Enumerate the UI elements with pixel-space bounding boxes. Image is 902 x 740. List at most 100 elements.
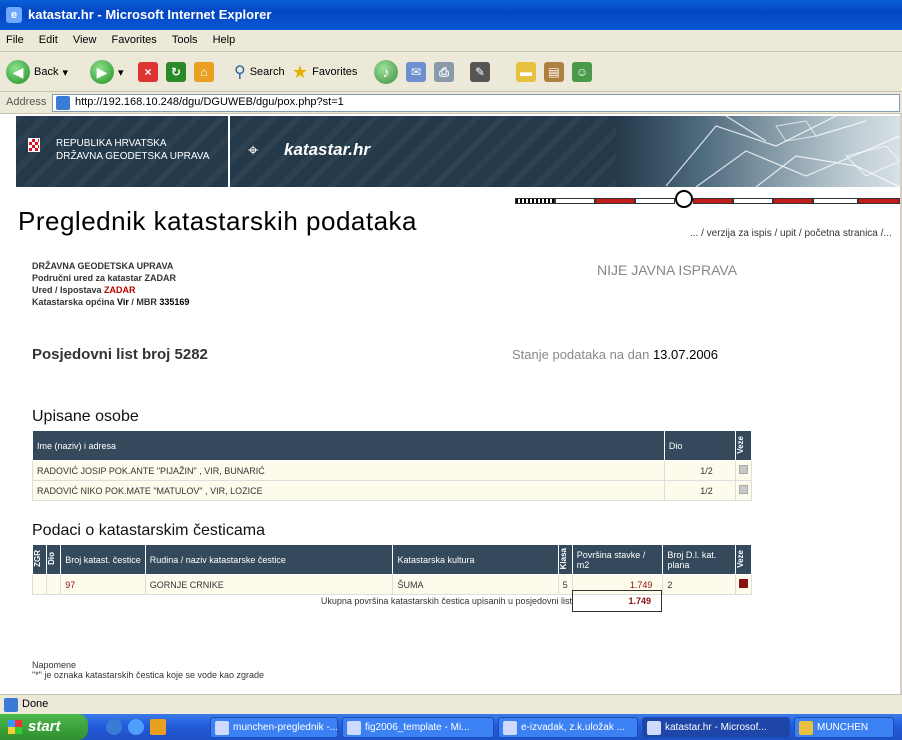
favorites-button[interactable]: ★ Favorites xyxy=(292,58,357,86)
page-title: Preglednik katastarskih podataka xyxy=(18,206,418,236)
col-culture: Katastarska kultura xyxy=(392,544,559,575)
home-icon: ⌂ xyxy=(194,62,214,82)
ie-icon xyxy=(503,721,517,735)
print-button[interactable]: ⎙ xyxy=(434,58,454,86)
edit-button[interactable]: ✎ xyxy=(470,58,490,86)
desktop-quicklaunch-icon[interactable] xyxy=(150,719,166,735)
persons-table: Ime (naziv) i adresa Dio Veze RADOVIĆ JO… xyxy=(32,430,753,501)
menu-view[interactable]: View xyxy=(67,30,103,50)
link-box-icon[interactable] xyxy=(738,579,748,588)
word-icon xyxy=(215,721,229,735)
task-munchen-folder[interactable]: MUNCHEN xyxy=(794,717,894,738)
col-plan: Broj D.l. kat. plana xyxy=(662,544,736,575)
data-state: Stanje podataka na dan 13.07.2006 xyxy=(512,347,719,362)
forward-button[interactable]: ▶ ▾ xyxy=(90,58,124,86)
address-bar: Address http://192.168.10.248/dgu/DGUWEB… xyxy=(0,92,902,114)
page-icon xyxy=(56,96,70,110)
menu-tools[interactable]: Tools xyxy=(166,30,204,50)
word-icon xyxy=(347,721,361,735)
search-icon: ⚲ xyxy=(234,64,246,81)
notes: Napomene "*" je oznaka katastarskih čest… xyxy=(32,660,265,680)
taskbar: start munchen-preglednik -... fig2006_te… xyxy=(0,714,902,740)
back-button[interactable]: ◀ Back ▾ xyxy=(6,58,68,86)
col-zgr: ZGR xyxy=(31,544,48,575)
top-links[interactable]: ... / verzija za ispis / upit / početna … xyxy=(690,228,892,239)
title-bar[interactable]: e katastar.hr - Microsoft Internet Explo… xyxy=(0,0,902,30)
scale-marker-icon xyxy=(675,190,693,208)
research-button[interactable]: ▤ xyxy=(544,58,564,86)
link-box-icon[interactable] xyxy=(738,485,748,494)
dropdown-arrow-icon: ▾ xyxy=(62,66,68,79)
col-class: Klasa xyxy=(557,544,573,575)
persons-section-title: Upisane osobe xyxy=(32,408,139,425)
page-icon xyxy=(4,698,18,712)
ie-icon xyxy=(647,721,661,735)
col-number: Broj katast. čestice xyxy=(60,544,146,575)
folder-icon xyxy=(799,721,813,735)
folder-button[interactable]: ▬ xyxy=(516,58,536,86)
task-e-izvadak[interactable]: e-izvadak, z.k.uložak ... xyxy=(498,717,638,738)
stop-button[interactable]: × xyxy=(138,58,158,86)
col-dio: Dio xyxy=(46,544,62,575)
toolbar: ◀ Back ▾ ▶ ▾ × ↻ ⌂ ⚲ Search ★ Favorites … xyxy=(0,52,902,92)
home-button[interactable]: ⌂ xyxy=(194,58,214,86)
mail-button[interactable]: ✉ xyxy=(406,58,426,86)
total-area-label: Ukupna površina katastarskih čestica upi… xyxy=(320,596,572,606)
katastar-logo[interactable]: katastar.hr xyxy=(284,140,370,160)
col-area: Površina stavke / m2 xyxy=(571,544,664,575)
possession-sheet-title: Posjedovni list broj 5282 xyxy=(32,346,208,363)
print-icon: ⎙ xyxy=(434,62,454,82)
ie-quicklaunch-icon[interactable] xyxy=(106,719,122,735)
col-share: Dio xyxy=(663,430,736,461)
back-arrow-icon: ◀ xyxy=(6,60,30,84)
croatia-crest-icon xyxy=(28,138,40,152)
org-line-2: DRŽAVNA GEODETSKA UPRAVA xyxy=(56,151,210,162)
windows-logo-icon xyxy=(8,720,22,734)
dropdown-arrow-icon: ▾ xyxy=(118,66,124,79)
messenger-icon: ☺ xyxy=(572,62,592,82)
status-text: Done xyxy=(22,698,49,710)
task-munchen-preglednik[interactable]: munchen-preglednik -... xyxy=(210,717,338,738)
folder-icon: ▬ xyxy=(516,62,536,82)
table-row: RADOVIĆ JOSIP POK.ANTE "PIJAŽIN" , VIR, … xyxy=(32,460,753,481)
address-input[interactable]: http://192.168.10.248/dgu/DGUWEB/dgu/pox… xyxy=(52,94,900,112)
ie-quicklaunch-icon[interactable] xyxy=(128,719,144,735)
task-fig2006[interactable]: fig2006_template - Mi... xyxy=(342,717,494,738)
start-button[interactable]: start xyxy=(0,714,88,740)
ie-window: e katastar.hr - Microsoft Internet Explo… xyxy=(0,0,902,740)
org-line-1: REPUBLIKA HRVATSKA xyxy=(56,138,167,149)
status-bar: Done xyxy=(0,694,902,714)
research-icon: ▤ xyxy=(544,62,564,82)
window-title: katastar.hr - Microsoft Internet Explore… xyxy=(28,7,272,22)
search-button[interactable]: ⚲ Search xyxy=(234,58,285,86)
messenger-button[interactable]: ☺ xyxy=(572,58,592,86)
menu-file[interactable]: File xyxy=(0,30,30,50)
refresh-button[interactable]: ↻ xyxy=(166,58,186,86)
address-label: Address xyxy=(6,96,47,108)
ie-logo-icon: e xyxy=(6,7,22,23)
menu-bar: File Edit View Favorites Tools Help xyxy=(0,30,902,52)
forward-arrow-icon: ▶ xyxy=(90,60,114,84)
col-links: Veze xyxy=(734,544,753,575)
menu-help[interactable]: Help xyxy=(207,30,242,50)
stop-icon: × xyxy=(138,62,158,82)
media-icon: ♪ xyxy=(374,60,398,84)
banner-divider xyxy=(228,116,230,187)
col-name: Ime (naziv) i adresa xyxy=(32,430,665,461)
page-content: REPUBLIKA HRVATSKA DRŽAVNA GEODETSKA UPR… xyxy=(0,114,900,694)
table-row: RADOVIĆ NIKO POK.MATE "MATULOV" , VIR, L… xyxy=(32,480,753,501)
office-info: DRŽAVNA GEODETSKA UPRAVA Područni ured z… xyxy=(32,261,190,307)
katastar-logo-icon: ⌖ xyxy=(248,140,259,160)
site-banner: REPUBLIKA HRVATSKA DRŽAVNA GEODETSKA UPR… xyxy=(16,116,900,187)
menu-favorites[interactable]: Favorites xyxy=(106,30,163,50)
refresh-icon: ↻ xyxy=(166,62,186,82)
link-box-icon[interactable] xyxy=(738,465,748,474)
col-name: Rudina / naziv katastarske čestice xyxy=(144,544,394,575)
media-button[interactable]: ♪ xyxy=(374,58,402,86)
menu-edit[interactable]: Edit xyxy=(33,30,64,50)
task-katastar[interactable]: katastar.hr - Microsof... xyxy=(642,717,790,738)
parcels-table: ZGR Dio Broj katast. čestice Rudina / na… xyxy=(31,544,753,595)
mail-icon: ✉ xyxy=(406,62,426,82)
total-area-value: 1.749 xyxy=(572,590,662,612)
star-icon: ★ xyxy=(292,61,309,82)
